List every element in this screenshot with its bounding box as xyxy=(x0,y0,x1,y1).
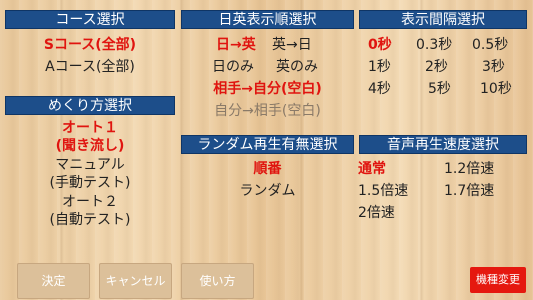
ok-button[interactable]: 決定 xyxy=(17,263,90,299)
flip-auto2-label: オート２ xyxy=(62,194,118,210)
interval-option-2[interactable]: 2秒 xyxy=(425,58,448,76)
flip-header: めくり方選択 xyxy=(5,96,175,115)
order-header: 日英表示順選択 xyxy=(181,10,354,29)
order-option-self-other[interactable]: 自分→相手(空白) xyxy=(181,102,354,120)
flip-manual-sub: (手動テスト) xyxy=(49,175,131,191)
flip-option-auto1[interactable]: オート１ (聞き流し) xyxy=(5,119,175,155)
interval-option-0-3[interactable]: 0.3秒 xyxy=(416,36,452,54)
speed-option-normal[interactable]: 通常 xyxy=(358,160,386,178)
interval-header: 表示間隔選択 xyxy=(359,10,527,29)
interval-option-0[interactable]: 0秒 xyxy=(368,36,392,54)
device-change-button[interactable]: 機種変更 xyxy=(470,267,526,293)
howto-button[interactable]: 使い方 xyxy=(181,263,254,299)
interval-option-4[interactable]: 4秒 xyxy=(368,80,391,98)
interval-option-0-5[interactable]: 0.5秒 xyxy=(472,36,508,54)
order-option-en-only[interactable]: 英のみ xyxy=(276,58,318,76)
flip-auto1-sub: (聞き流し) xyxy=(55,138,125,154)
speed-option-2[interactable]: 2倍速 xyxy=(358,204,395,222)
order-option-en-ja[interactable]: 英→日 xyxy=(272,36,312,54)
flip-auto1-label: オート１ xyxy=(62,120,118,136)
random-header: ランダム再生有無選択 xyxy=(181,135,354,154)
speed-header: 音声再生速度選択 xyxy=(359,135,527,154)
speed-option-1-5[interactable]: 1.5倍速 xyxy=(358,182,408,200)
random-option-order[interactable]: 順番 xyxy=(181,160,354,178)
course-header: コース選択 xyxy=(5,10,175,29)
order-option-other-self[interactable]: 相手→自分(空白) xyxy=(181,80,354,98)
interval-option-3[interactable]: 3秒 xyxy=(482,58,505,76)
flip-auto2-sub: (自動テスト) xyxy=(49,212,131,228)
order-option-ja-en[interactable]: 日→英 xyxy=(216,36,256,54)
flip-option-auto2[interactable]: オート２ (自動テスト) xyxy=(5,193,175,229)
interval-option-10[interactable]: 10秒 xyxy=(480,80,512,98)
order-option-ja-only[interactable]: 日のみ xyxy=(212,58,254,76)
speed-option-1-7[interactable]: 1.7倍速 xyxy=(444,182,494,200)
flip-option-manual[interactable]: マニュアル (手動テスト) xyxy=(5,156,175,192)
cancel-button[interactable]: キャンセル xyxy=(99,263,172,299)
course-option-a[interactable]: Aコース(全部) xyxy=(5,58,175,76)
course-option-s[interactable]: Sコース(全部) xyxy=(5,36,175,54)
interval-option-1[interactable]: 1秒 xyxy=(368,58,391,76)
flip-manual-label: マニュアル xyxy=(55,157,125,173)
random-option-random[interactable]: ランダム xyxy=(181,182,354,200)
speed-option-1-2[interactable]: 1.2倍速 xyxy=(444,160,494,178)
interval-option-5[interactable]: 5秒 xyxy=(428,80,451,98)
